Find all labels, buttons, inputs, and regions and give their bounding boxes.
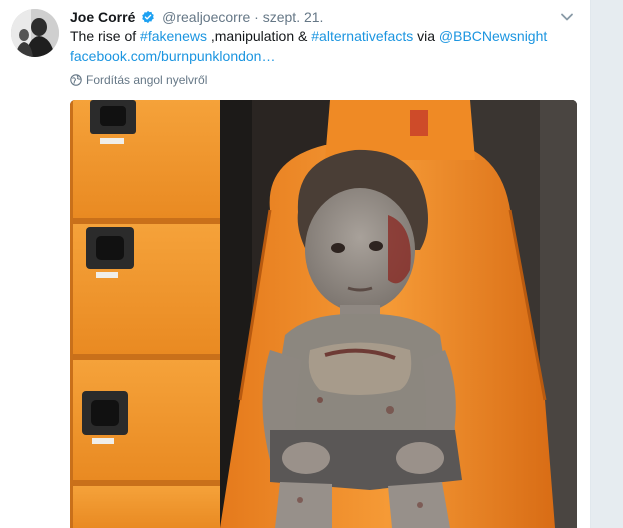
tweet-header: Joe Corré @realjoecorre · szept. 21. <box>70 8 578 28</box>
globe-icon <box>70 74 82 86</box>
tweet-date[interactable]: szept. 21. <box>263 9 324 25</box>
text-segment: ,manipulation & <box>206 28 312 44</box>
author-handle[interactable]: @realjoecorre <box>162 9 250 25</box>
translate-label: Fordítás angol nyelvről <box>86 73 208 87</box>
hashtag-fakenews[interactable]: #fakenews <box>140 28 207 44</box>
tweet-media-photo[interactable] <box>70 100 577 528</box>
text-segment: via <box>413 28 439 44</box>
hashtag-alternativefacts[interactable]: #alternativefacts <box>311 28 413 44</box>
mention-bbcnewsnight[interactable]: @BBCNewsnight <box>439 28 547 44</box>
author-name[interactable]: Joe Corré <box>70 9 135 25</box>
translate-tweet-link[interactable]: Fordítás angol nyelvről <box>70 73 207 87</box>
tweet-card[interactable]: Joe Corré @realjoecorre · szept. 21. The… <box>0 0 591 528</box>
header-separator: · <box>254 9 259 25</box>
verified-badge-icon <box>141 10 155 24</box>
chevron-down-icon[interactable] <box>558 8 576 26</box>
tweet-text: The rise of #fakenews ,manipulation & #a… <box>70 26 575 66</box>
external-url-link[interactable]: facebook.com/burnpunklondon… <box>70 48 275 64</box>
text-segment: The rise of <box>70 28 141 44</box>
avatar[interactable] <box>11 9 59 57</box>
